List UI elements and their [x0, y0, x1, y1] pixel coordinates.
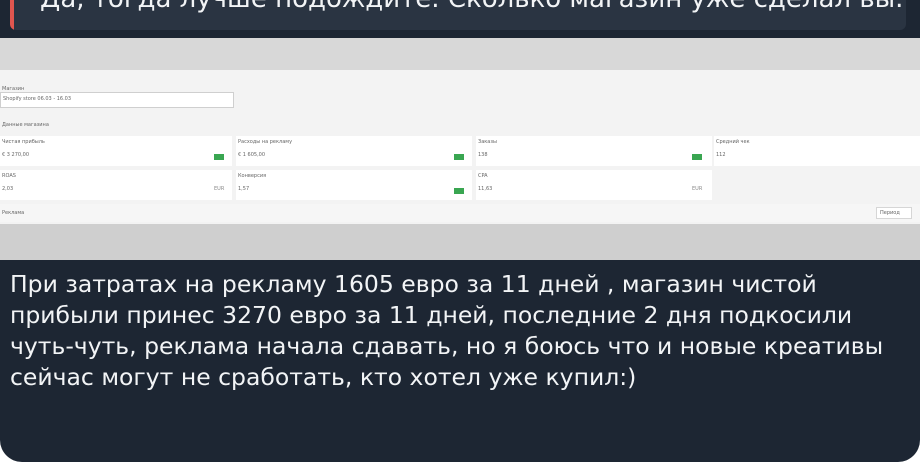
stat-card-label: Средний чек — [716, 139, 750, 145]
stat-card-label: Конверсия — [238, 173, 267, 179]
green-indicator — [692, 154, 702, 160]
green-indicator — [454, 188, 464, 194]
screenshot-bottom-section: Реклама Период — [0, 204, 920, 222]
stat-card: Конверсия 1,57 — [236, 170, 472, 200]
reply-accent-bar — [10, 0, 14, 30]
bottom-section-title: Реклама — [2, 210, 25, 216]
stat-card-label: Чистая прибыль — [2, 139, 45, 145]
stat-card-value: € 3 270,00 — [2, 152, 30, 158]
bottom-section-select: Период — [876, 207, 912, 219]
bottom-section-select-value: Период — [880, 210, 900, 216]
green-indicator — [214, 154, 224, 160]
stat-card: Заказы 138 — [476, 136, 712, 166]
stat-card-value: 138 — [478, 152, 488, 158]
reply-preview[interactable]: Да, тогда лучше подождите. Сколько магаз… — [10, 0, 906, 30]
message-bubble: Да, тогда лучше подождите. Сколько магаз… — [0, 0, 920, 462]
screenshot-bottom-strip — [0, 224, 920, 260]
stat-card: CPA 11,63 EUR — [476, 170, 712, 200]
screenshot-top-strip — [0, 38, 920, 70]
section-title: Данные магазина — [2, 122, 49, 128]
message-text: При затратах на рекламу 1605 евро за 11 … — [10, 270, 884, 391]
stat-card-value: € 1 605,00 — [238, 152, 266, 158]
stat-card-value: 112 — [716, 152, 726, 158]
stat-card-label: ROAS — [2, 173, 16, 179]
stat-card-value: 11,63 — [478, 186, 493, 192]
stat-card-unit: EUR — [692, 186, 703, 192]
stat-card: Средний чек 112 — [714, 136, 920, 166]
attached-screenshot[interactable]: Магазин Shopify store 06.03 - 16.03 Данн… — [0, 38, 920, 260]
stat-card-value: 1,57 — [238, 186, 250, 192]
stat-card-unit: EUR — [214, 186, 225, 192]
stat-card-value: 2,03 — [2, 186, 14, 192]
store-select-value: Shopify store 06.03 - 16.03 — [3, 96, 72, 102]
reply-text: Да, тогда лучше подождите. Сколько магаз… — [40, 0, 906, 14]
stat-card: Чистая прибыль € 3 270,00 — [0, 136, 232, 166]
green-indicator — [454, 154, 464, 160]
stat-card-label: Заказы — [478, 139, 497, 145]
stat-card: ROAS 2,03 EUR — [0, 170, 232, 200]
stat-card-label: CPA — [478, 173, 488, 179]
stat-card-label: Расходы на рекламу — [238, 139, 293, 145]
stat-card: Расходы на рекламу € 1 605,00 — [236, 136, 472, 166]
store-select: Shopify store 06.03 - 16.03 — [0, 92, 234, 108]
